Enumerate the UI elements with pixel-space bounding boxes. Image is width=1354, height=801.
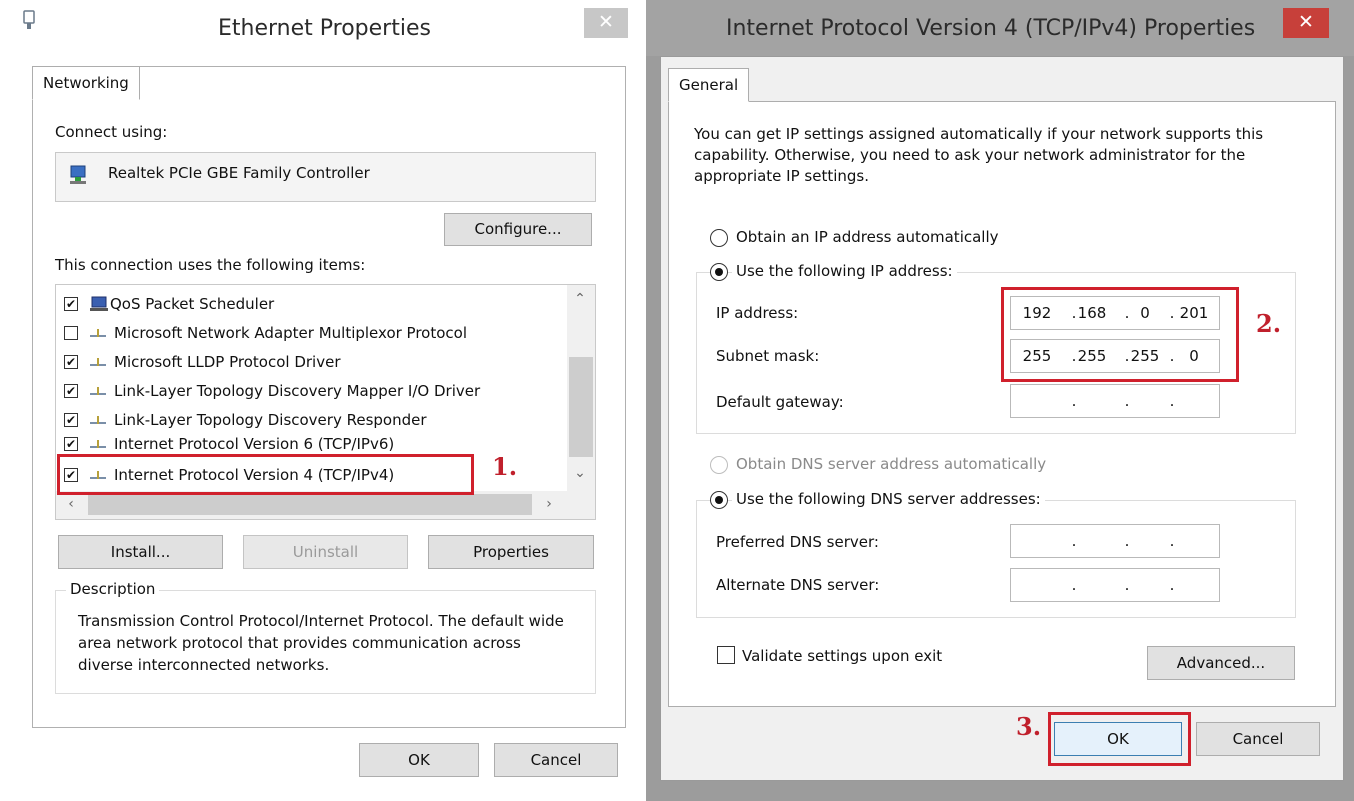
checkbox[interactable]: ✔ xyxy=(64,354,78,369)
properties-button[interactable]: Properties xyxy=(428,535,594,569)
validate-label: Validate settings upon exit xyxy=(742,647,943,665)
cancel-button[interactable]: Cancel xyxy=(494,743,618,777)
install-button[interactable]: Install... xyxy=(58,535,223,569)
item-label: Link-Layer Topology Discovery Responder xyxy=(114,410,427,429)
title-bar: Ethernet Properties ✕ xyxy=(0,0,642,56)
obtain-dns-label: Obtain DNS server address automatically xyxy=(736,455,1047,473)
use-dns-label: Use the following DNS server addresses: xyxy=(732,490,1045,508)
ok-button[interactable]: OK xyxy=(359,743,479,777)
scroll-left-arrow-icon[interactable]: ‹ xyxy=(58,496,84,512)
list-item-qos[interactable]: ✔ QoS Packet Scheduler xyxy=(64,289,274,318)
preferred-dns-label: Preferred DNS server: xyxy=(716,533,879,551)
use-ip-radio[interactable] xyxy=(710,263,728,281)
qos-icon xyxy=(90,296,108,312)
ip-address-label: IP address: xyxy=(716,304,799,322)
protocol-icon xyxy=(90,357,106,367)
item-label: Microsoft Network Adapter Multiplexor Pr… xyxy=(114,323,467,342)
description-text: Transmission Control Protocol/Internet P… xyxy=(78,612,564,674)
default-gateway-input[interactable]: ... xyxy=(1010,384,1220,418)
protocol-icon xyxy=(90,415,106,425)
use-ip-label: Use the following IP address: xyxy=(732,262,957,280)
list-item-lltd-responder[interactable]: ✔ Link-Layer Topology Discovery Responde… xyxy=(64,405,427,434)
annotation-2: 2. xyxy=(1256,309,1282,338)
obtain-ip-label: Obtain an IP address automatically xyxy=(736,228,999,246)
close-button[interactable]: ✕ xyxy=(584,8,628,38)
annotation-3: 3. xyxy=(1016,712,1042,741)
configure-button[interactable]: Configure... xyxy=(444,213,592,246)
scroll-down-arrow-icon[interactable]: ⌄ xyxy=(567,465,593,481)
list-item-multiplexor[interactable]: Microsoft Network Adapter Multiplexor Pr… xyxy=(64,318,467,347)
uninstall-button[interactable]: Uninstall xyxy=(243,535,408,569)
obtain-dns-radio[interactable] xyxy=(710,456,728,474)
horizontal-scrollbar[interactable]: ‹ › xyxy=(56,491,595,519)
advanced-button[interactable]: Advanced... xyxy=(1147,646,1295,680)
preferred-dns-input[interactable]: ... xyxy=(1010,524,1220,558)
checkbox[interactable] xyxy=(64,325,78,340)
alternate-dns-input[interactable]: ... xyxy=(1010,568,1220,602)
vertical-scrollbar[interactable]: ⌃ ⌄ xyxy=(567,285,595,491)
list-item-lltd-mapper[interactable]: ✔ Link-Layer Topology Discovery Mapper I… xyxy=(64,376,480,405)
adapter-box: Realtek PCIe GBE Family Controller xyxy=(55,152,596,202)
ipv4-properties-window: Internet Protocol Version 4 (TCP/IPv4) P… xyxy=(646,0,1354,801)
validate-checkbox[interactable] xyxy=(717,646,735,664)
adapter-icon xyxy=(68,164,90,186)
item-label: QoS Packet Scheduler xyxy=(110,294,275,313)
network-icon xyxy=(22,10,36,32)
cancel-button[interactable]: Cancel xyxy=(1196,722,1320,756)
item-label: Internet Protocol Version 6 (TCP/IPv6) xyxy=(114,435,395,453)
alternate-dns-label: Alternate DNS server: xyxy=(716,576,880,594)
protocol-icon xyxy=(90,328,106,338)
adapter-name: Realtek PCIe GBE Family Controller xyxy=(108,164,370,182)
checkbox[interactable]: ✔ xyxy=(64,383,78,398)
close-button[interactable]: ✕ xyxy=(1283,8,1329,38)
subnet-mask-label: Subnet mask: xyxy=(716,347,820,365)
checkbox[interactable]: ✔ xyxy=(64,412,78,427)
tab-networking[interactable]: Networking xyxy=(32,66,140,100)
scroll-up-arrow-icon[interactable]: ⌃ xyxy=(567,291,593,307)
list-item-ipv6[interactable]: ✔ Internet Protocol Version 6 (TCP/IPv6) xyxy=(64,432,394,456)
item-label: Link-Layer Topology Discovery Mapper I/O… xyxy=(114,381,481,400)
checkbox[interactable]: ✔ xyxy=(64,437,78,451)
protocol-icon xyxy=(90,439,106,449)
obtain-ip-radio[interactable] xyxy=(710,229,728,247)
hscroll-thumb[interactable] xyxy=(88,494,532,515)
highlight-box-3 xyxy=(1048,712,1191,766)
highlight-box-1 xyxy=(57,454,474,495)
use-dns-radio[interactable] xyxy=(710,491,728,509)
scrollbar-thumb[interactable] xyxy=(569,357,593,457)
list-item-lldp[interactable]: ✔ Microsoft LLDP Protocol Driver xyxy=(64,347,340,376)
description-title: Description xyxy=(66,580,160,598)
tab-general[interactable]: General xyxy=(668,68,750,102)
connect-using-label: Connect using: xyxy=(55,123,168,141)
default-gateway-label: Default gateway: xyxy=(716,393,844,411)
title-bar: Internet Protocol Version 4 (TCP/IPv4) P… xyxy=(646,0,1354,56)
scroll-right-arrow-icon[interactable]: › xyxy=(536,496,562,512)
items-label: This connection uses the following items… xyxy=(55,256,366,274)
item-label: Microsoft LLDP Protocol Driver xyxy=(114,352,341,371)
window-title: Ethernet Properties xyxy=(218,16,431,41)
intro-text: You can get IP settings assigned automat… xyxy=(694,125,1264,185)
window-title: Internet Protocol Version 4 (TCP/IPv4) P… xyxy=(726,16,1256,41)
checkbox[interactable]: ✔ xyxy=(64,296,78,311)
highlight-box-2 xyxy=(1001,287,1239,382)
protocol-icon xyxy=(90,386,106,396)
ethernet-properties-window: Ethernet Properties ✕ Networking Connect… xyxy=(0,0,642,801)
annotation-1: 1. xyxy=(492,452,518,481)
